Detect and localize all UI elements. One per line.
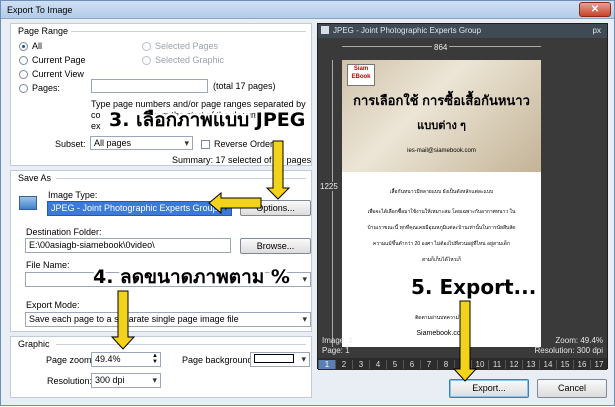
export-to-image-dialog: Export To Image ✕ Page Range All Current… [0, 0, 615, 406]
arrow-to-export [452, 300, 478, 382]
arrow-to-page-zoom [110, 290, 136, 350]
annotation-arrows [110, 140, 478, 382]
arrow-to-image-type [208, 191, 262, 215]
arrow-to-options [265, 140, 291, 200]
